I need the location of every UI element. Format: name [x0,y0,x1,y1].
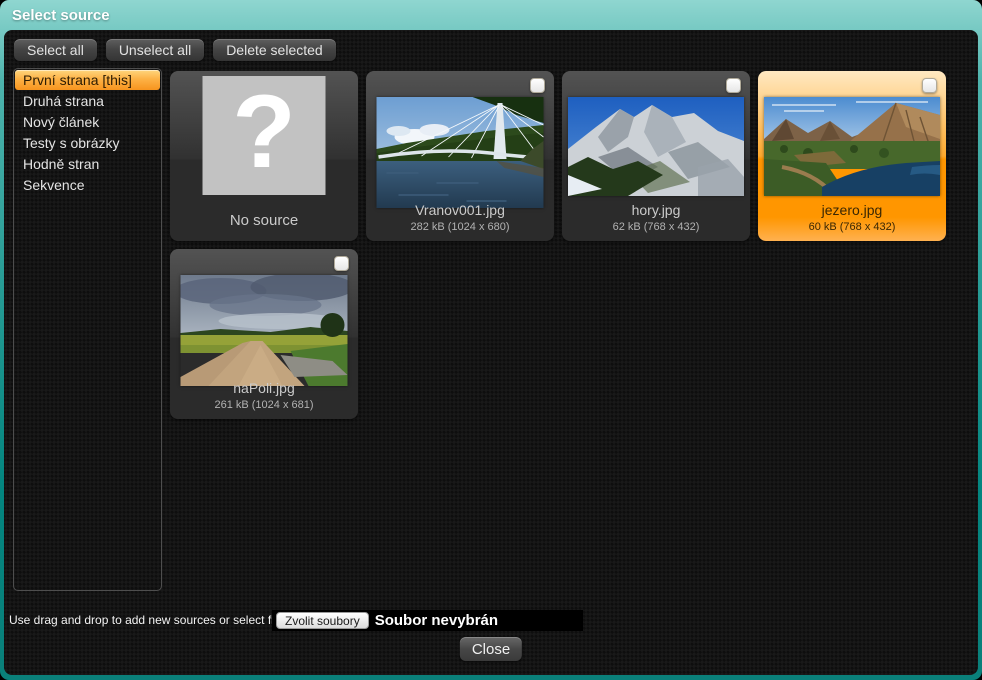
tile-jezero[interactable]: jezero.jpg 60 kB (768 x 432) [758,71,946,241]
thumbnail-image-lake [764,97,940,196]
tile-checkbox[interactable] [922,78,937,93]
file-input: Zvolit soubory Soubor nevybrán [272,610,583,631]
close-button[interactable]: Close [460,637,522,661]
tile-no-source[interactable]: ? No source [170,71,358,241]
unselect-all-button[interactable]: Unselect all [106,39,204,61]
thumbnail-image-mountain [568,97,744,196]
tile-filename: naPoli.jpg [170,380,358,396]
tile-checkbox[interactable] [530,78,545,93]
titlebar: Select source [0,0,982,30]
choose-files-button[interactable]: Zvolit soubory [276,612,369,629]
question-mark-icon: ? [203,76,326,195]
tile-filename: hory.jpg [562,202,750,218]
tile-napoli[interactable]: naPoli.jpg 261 kB (1024 x 681) [170,249,358,419]
footer-hint: Use drag and drop to add new sources or … [9,613,293,627]
tile-filename: jezero.jpg [758,202,946,218]
page-list-sidebar: První strana [this] Druhá strana Nový čl… [13,68,162,591]
sidebar-item-testy-s-obrazky[interactable]: Testy s obrázky [15,133,160,153]
thumbnail-image-bridge [377,97,544,208]
tile-filename: Vranov001.jpg [366,202,554,218]
delete-selected-button[interactable]: Delete selected [213,39,336,61]
tile-vranov001[interactable]: Vranov001.jpg 282 kB (1024 x 680) [366,71,554,241]
tile-label: No source [170,212,358,229]
sidebar-item-novy-clanek[interactable]: Nový článek [15,112,160,132]
tile-hory[interactable]: hory.jpg 62 kB (768 x 432) [562,71,750,241]
sidebar-item-druha-strana[interactable]: Druhá strana [15,91,160,111]
select-source-dialog: Select source Select all Unselect all De… [0,0,982,680]
dialog-title: Select source [12,7,110,24]
sidebar-item-sekvence[interactable]: Sekvence [15,175,160,195]
tile-meta: 261 kB (1024 x 681) [170,399,358,411]
tile-checkbox[interactable] [334,256,349,271]
file-status-text: Soubor nevybrán [375,612,498,629]
sidebar-item-hodne-stran[interactable]: Hodně stran [15,154,160,174]
select-all-button[interactable]: Select all [14,39,97,61]
tile-meta: 282 kB (1024 x 680) [366,221,554,233]
sidebar-item-prvni-strana[interactable]: První strana [this] [15,70,160,90]
thumbnail-image-field-road [181,275,348,386]
toolbar: Select all Unselect all Delete selected [14,39,336,61]
tile-meta: 60 kB (768 x 432) [758,221,946,233]
dialog-content: Select all Unselect all Delete selected … [4,30,978,675]
tile-checkbox[interactable] [726,78,741,93]
tile-meta: 62 kB (768 x 432) [562,221,750,233]
